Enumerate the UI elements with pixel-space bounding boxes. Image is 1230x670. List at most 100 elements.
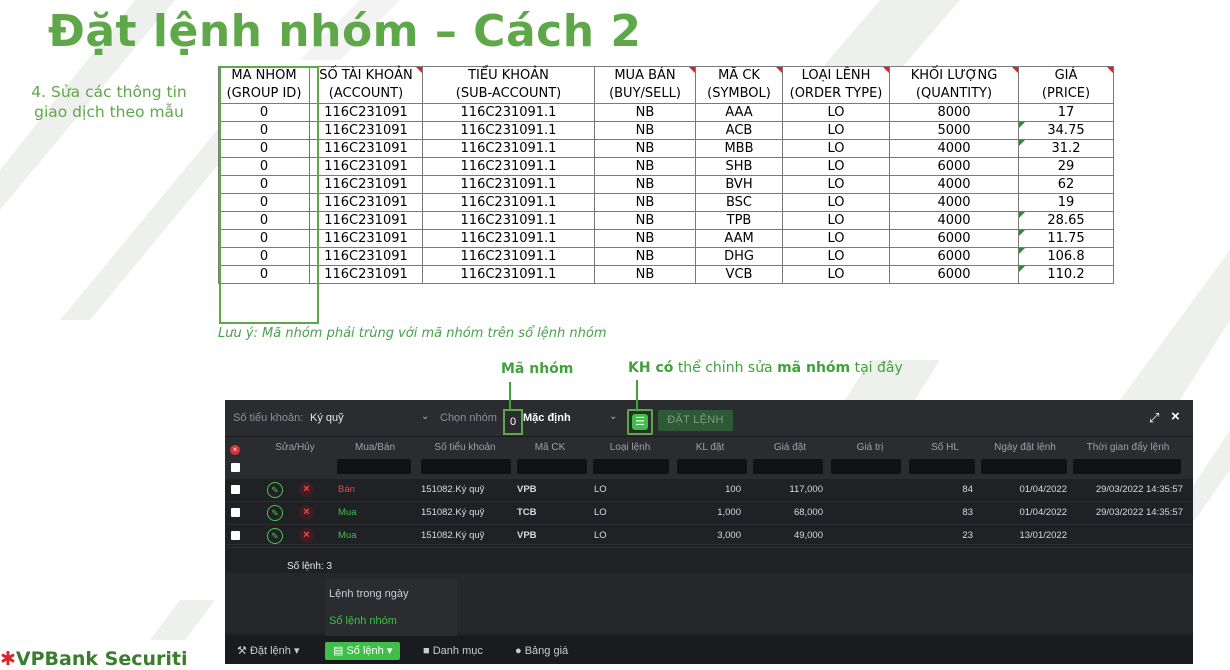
header-price: GIÁ (PRICE) <box>1018 66 1114 104</box>
col-side: Mua/Bán <box>354 442 396 453</box>
tab-order-book[interactable]: ▤ Sổ lệnh ▾ <box>325 642 401 660</box>
expand-icon[interactable]: ⤢ <box>1149 410 1159 426</box>
list-icon: ☰ <box>632 414 648 430</box>
row-checkbox[interactable] <box>231 531 240 540</box>
excel-row: 0 116C231091 116C231091.1 NB AAM LO 6000 11.75 <box>218 229 1114 248</box>
excel-template-table: MÃ NHÓM (GROUP ID) SỐ TÀI KHOẢN (ACCOUNT) … <box>218 66 1114 284</box>
order-time: 29/03/2022 14:35:57 <box>1095 484 1183 495</box>
order-count: Số lệnh: 3 <box>287 561 333 572</box>
order-side: Bán <box>338 484 355 495</box>
cancel-icon[interactable]: × <box>299 482 314 497</box>
order-type: LO <box>594 507 607 518</box>
header-group-id: MÃ NHÓM (GROUP ID) <box>218 66 310 104</box>
cancel-icon[interactable]: × <box>299 528 314 543</box>
place-order-button[interactable]: ĐẶT LỆNH <box>658 410 733 431</box>
excel-row: 0 116C231091 116C231091.1 NB SHB LO 6000 29 <box>218 157 1114 176</box>
excel-row: 0 116C231091 116C231091.1 NB MBB LO 4000 31.2 <box>218 139 1114 158</box>
menu-item-group-order-book[interactable]: Sổ lệnh nhóm <box>329 615 397 627</box>
slide-title: Đặt lệnh nhóm – Cách 2 <box>48 6 642 57</box>
edit-icon[interactable]: ✎ <box>267 505 283 521</box>
edit-icon[interactable]: ✎ <box>267 482 283 498</box>
order-shl: 83 <box>962 507 973 518</box>
filter-account-input[interactable] <box>421 459 511 474</box>
chevron-down-icon[interactable]: ⌄ <box>421 411 429 422</box>
tab-place-order[interactable]: ⚒ Đặt lệnh ▾ <box>237 642 300 660</box>
account-select[interactable]: Ký quỹ <box>310 412 344 424</box>
chevron-down-icon[interactable]: ⌄ <box>609 411 617 422</box>
logo-text: VPBank Securiti <box>15 648 188 670</box>
order-value <box>831 502 901 524</box>
group-code-input[interactable]: 0 <box>503 409 523 435</box>
group-label: Chọn nhóm <box>440 412 497 424</box>
filter-date-input[interactable] <box>981 459 1067 474</box>
filter-qty-input[interactable] <box>677 459 747 474</box>
order-value <box>831 479 901 501</box>
order-account: 151082.Ký quỹ <box>421 484 485 495</box>
step-note: 4. Sửa các thông tin giao dịch theo mẫu <box>31 83 187 121</box>
order-qty: 1,000 <box>717 507 741 518</box>
account-label: Số tiểu khoản: <box>233 412 304 424</box>
header-sub-account: TIỂU KHOẢN (SUB-ACCOUNT) <box>422 66 595 104</box>
tab-portfolio[interactable]: ■ Danh mục <box>423 642 483 660</box>
group-name-select[interactable]: Mặc định <box>523 412 571 424</box>
edit-group-annotation: KH có thể chỉnh sửa mã nhóm tại đây <box>628 360 903 376</box>
tab-place-order-label: Đặt lệnh <box>249 645 291 657</box>
order-account: 151082.Ký quỹ <box>421 507 485 518</box>
tab-order-book-label: Sổ lệnh <box>346 645 384 657</box>
header-order-type: LOẠI LÊNH (ORDER TYPE) <box>782 66 890 104</box>
col-order-date: Ngày đặt lệnh <box>994 442 1056 453</box>
chart-icon: ● <box>515 645 522 657</box>
folder-icon: ■ <box>423 645 430 657</box>
col-push-time: Thời gian đẩy lệnh <box>1086 442 1170 453</box>
filter-type-input[interactable] <box>593 459 669 474</box>
col-edit-cancel: Sửa/Hủy <box>275 442 315 453</box>
order-qty: 100 <box>725 484 741 495</box>
order-symbol: VPB <box>517 484 537 495</box>
row-checkbox[interactable] <box>231 508 240 517</box>
col-quantity: KL đặt <box>695 442 725 453</box>
annotation-pointer-line <box>509 382 511 410</box>
filter-symbol-input[interactable] <box>517 459 587 474</box>
col-value: Giá trị <box>856 442 884 453</box>
order-row[interactable]: ✎ × Bán 151082.Ký quỹ VPB LO 100 117,000… <box>225 479 1193 502</box>
divider <box>225 544 1193 545</box>
order-table-header: × Sửa/Hủy Mua/Bán Số tiểu khoản Mã CK Lo… <box>225 436 1193 479</box>
excel-row: 0 116C231091 116C231091.1 NB ACB LO 5000 34.75 <box>218 121 1114 140</box>
col-symbol: Mã CK <box>534 442 566 453</box>
note-text: Lưu ý: Mã nhóm phải trùng với mã nhóm tr… <box>218 326 607 341</box>
filter-value-input[interactable] <box>831 459 901 474</box>
filter-side-input[interactable] <box>337 459 411 474</box>
row-checkbox[interactable] <box>231 485 240 494</box>
bottom-tabbar: ⚒ Đặt lệnh ▾ ▤ Sổ lệnh ▾ ■ Danh mục ● Bả… <box>225 636 1193 664</box>
filter-price-input[interactable] <box>753 459 823 474</box>
menu-item-today-orders[interactable]: Lệnh trong ngày <box>329 588 409 600</box>
filter-shl-input[interactable] <box>909 459 975 474</box>
excel-row: 0 116C231091 116C231091.1 NB BVH LO 4000 62 <box>218 175 1114 194</box>
edit-icon[interactable]: ✎ <box>267 528 283 544</box>
tab-portfolio-label: Danh mục <box>432 645 483 657</box>
order-toolbar: Số tiểu khoản: Ký quỹ ⌄ Chọn nhóm 0 Mặc … <box>225 400 1193 436</box>
cancel-icon[interactable]: × <box>299 505 314 520</box>
filter-time-input[interactable] <box>1073 459 1181 474</box>
header-quantity: KHỐI LƯỢNG (QUANTITY) <box>889 66 1019 104</box>
excel-row: 0 116C231091 116C231091.1 NB AAA LO 8000 17 <box>218 103 1114 122</box>
logo-star-icon: ✱ <box>0 648 16 670</box>
header-account: SỐ TÀI KHOẢN (ACCOUNT) <box>309 66 423 104</box>
order-book-window: Số tiểu khoản: Ký quỹ ⌄ Chọn nhóm 0 Mặc … <box>225 400 1193 664</box>
vpbank-securities-logo: ✱VPBank Securiti <box>0 648 187 670</box>
group-code-annotation: Mã nhóm <box>501 361 574 377</box>
order-date: 01/04/2022 <box>1019 507 1067 518</box>
order-time: 29/03/2022 14:35:57 <box>1095 507 1183 518</box>
close-icon[interactable]: × <box>1171 408 1180 425</box>
header-buy-sell: MUA BÁN (BUY/SELL) <box>594 66 696 104</box>
col-order-type: Loại lệnh <box>609 442 651 453</box>
select-all-checkbox[interactable] <box>231 463 240 472</box>
hammer-icon: ⚒ <box>237 645 247 657</box>
tab-price-board-label: Bảng giá <box>524 645 569 657</box>
excel-header-row: MÃ NHÓM (GROUP ID) SỐ TÀI KHOẢN (ACCOUNT) … <box>218 66 1114 104</box>
edit-group-button[interactable]: ☰ <box>627 409 653 435</box>
clear-all-icon[interactable]: × <box>230 445 240 455</box>
tab-price-board[interactable]: ● Bảng giá <box>515 642 568 660</box>
order-row[interactable]: ✎ × Mua 151082.Ký quỹ TCB LO 1,000 68,00… <box>225 502 1193 525</box>
order-side: Mua <box>338 507 357 518</box>
